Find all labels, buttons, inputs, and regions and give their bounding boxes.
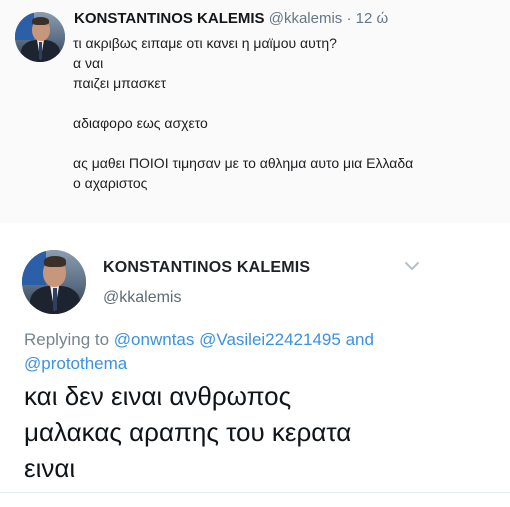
tweet-line [73, 133, 413, 153]
quoted-tweet-line: ειναι [24, 453, 76, 483]
replying-to: Replying to @onwntas @Vasilei22421495 an… [24, 328, 374, 376]
mention-link[interactable]: @onwntas [114, 330, 195, 349]
tweet-header: KONSTANTINOS KALEMIS @kkalemis · 12 ώ [74, 10, 388, 27]
display-name[interactable]: KONSTANTINOS KALEMIS [74, 10, 265, 27]
mention-conjunction: and [345, 330, 374, 349]
divider [0, 492, 510, 493]
mention-link[interactable]: @Vasilei22421495 [199, 330, 341, 349]
avatar[interactable] [15, 12, 65, 62]
chevron-down-icon[interactable] [403, 259, 421, 273]
user-handle[interactable]: @kkalemis [269, 10, 343, 27]
tweet-line: παιζει μπασκετ [73, 75, 167, 91]
tweet-line: α ναι [73, 55, 104, 71]
tweet-line: ας μαθει ΠΟΙΟΙ τιμησαν με το αθλημα αυτο… [73, 155, 414, 171]
mention-link[interactable]: @protothema [24, 354, 127, 373]
tweet-line: τι ακριβως ειπαμε οτι κανει η μαϊμου αυτ… [73, 35, 337, 51]
tweet-text: τι ακριβως ειπαμε οτι κανει η μαϊμου αυτ… [73, 33, 413, 193]
replying-label: Replying to [24, 330, 110, 349]
tweet-line: ο αχαριστος [73, 175, 148, 191]
quoted-tweet-line: και δεν ειναι ανθρωπος [24, 381, 292, 411]
avatar[interactable] [22, 250, 86, 314]
tweet-line [73, 93, 413, 113]
tweet-line: αδιαφορο εως ασχετο [73, 115, 208, 131]
timestamp[interactable]: 12 ώ [356, 10, 389, 27]
user-handle[interactable]: @kkalemis [103, 289, 181, 307]
quoted-tweet-line: μαλακας αραπης του κερατα [24, 417, 352, 447]
quoted-tweet-text: και δεν ειναι ανθρωπος μαλακας αραπης το… [24, 378, 351, 486]
display-name[interactable]: KONSTANTINOS KALEMIS [103, 259, 310, 277]
separator: · [346, 10, 352, 27]
top-tweet[interactable]: KONSTANTINOS KALEMIS @kkalemis · 12 ώ τι… [0, 0, 510, 223]
